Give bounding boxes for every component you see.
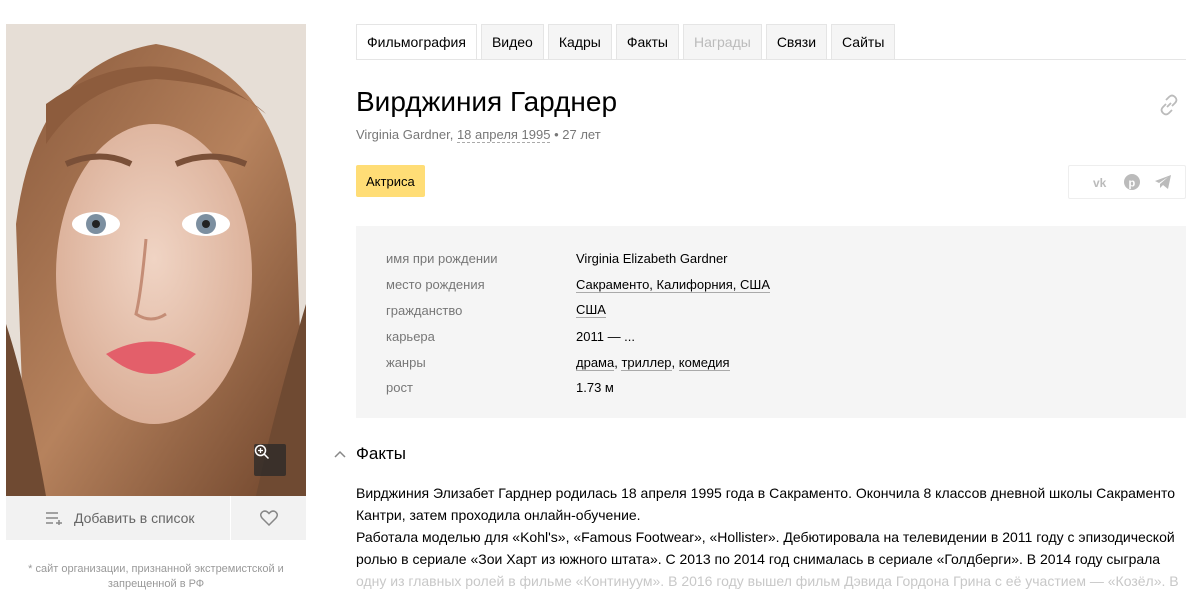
facts-heading: Факты	[356, 444, 407, 463]
telegram-icon	[1154, 175, 1171, 189]
genres-list: драма, триллер, комедия	[576, 354, 730, 371]
copy-link-button[interactable]	[1158, 94, 1180, 121]
share-panel: vk p	[1068, 165, 1186, 199]
add-to-list-label: Добавить в список	[74, 510, 195, 526]
profession-badge[interactable]: Актриса	[356, 165, 425, 197]
info-value: Virginia Elizabeth Gardner	[576, 251, 728, 267]
share-telegram-button[interactable]	[1154, 174, 1172, 190]
tab-4: Награды	[683, 24, 762, 59]
info-row-birthplace: место рождения Сакраменто, Калифорния, С…	[386, 272, 1156, 298]
tab-2[interactable]: Кадры	[547, 24, 612, 59]
tab-3[interactable]: Факты	[615, 24, 679, 59]
info-row-career: карьера 2011 — ...	[386, 323, 1156, 349]
link-icon	[1160, 94, 1178, 116]
tab-bar: Фильмография Видео Кадры Факты Награды Связи С…	[356, 24, 896, 59]
svg-text:p: p	[1129, 178, 1136, 190]
facts-paragraph-faded: одну из главных ролей в фильме «Континуу…	[356, 573, 1179, 589]
zoom-icon	[254, 444, 270, 460]
chevron-up-icon	[334, 450, 346, 458]
info-row-genres: жанры драма, триллер, комедия	[386, 349, 1156, 375]
genre-link[interactable]: комедия	[678, 354, 730, 371]
age: 27 лет	[562, 127, 601, 142]
citizenship-link[interactable]: США	[576, 302, 606, 319]
favorite-button[interactable]	[231, 496, 306, 540]
birth-date-link[interactable]: 18 апреля 1995	[456, 127, 551, 143]
info-row-birth-name: имя при рождении Virginia Elizabeth Gard…	[386, 246, 1156, 272]
share-pinterest-button[interactable]: p	[1124, 174, 1140, 190]
subtitle: Virginia Gardner, 18 апреля 1995 • 27 ле…	[356, 127, 601, 143]
add-list-icon	[46, 512, 62, 525]
tabs-divider	[356, 59, 1186, 60]
genre-link[interactable]: драма	[576, 354, 615, 371]
share-vk-button[interactable]: vk	[1093, 176, 1111, 188]
heart-icon	[259, 510, 278, 526]
info-row-citizenship: гражданство США	[386, 298, 1156, 324]
info-label: рост	[386, 380, 413, 396]
info-value: 1.73 м	[576, 380, 614, 396]
tab-6[interactable]: Сайты	[831, 24, 896, 59]
tab-5[interactable]: Связи	[765, 24, 828, 59]
info-label: жанры	[386, 354, 426, 370]
facts-paragraph: Работала моделью для «Kohl's», «Famous F…	[356, 526, 1186, 592]
info-label: место рождения	[386, 277, 485, 293]
birthplace-link[interactable]: Сакраменто, Калифорния, США	[576, 277, 771, 293]
tab-1[interactable]: Видео	[480, 24, 544, 59]
facts-paragraph: Вирджиния Элизабет Гарднер родилась 18 а…	[356, 485, 1176, 523]
genre-link[interactable]: триллер	[621, 354, 672, 371]
add-to-list-button[interactable]: Добавить в список	[6, 496, 231, 540]
svg-text:vk: vk	[1093, 176, 1107, 188]
list-bar: Добавить в список	[6, 496, 306, 540]
info-table: имя при рождении Virginia Elizabeth Gard…	[356, 226, 1186, 418]
person-photo[interactable]	[6, 24, 306, 496]
facts-paragraph-text: Работала моделью для «Kohl's», «Famous F…	[356, 529, 1175, 567]
facts-text: Вирджиния Элизабет Гарднер родилась 18 а…	[356, 482, 1186, 592]
tab-0[interactable]: Фильмография	[356, 24, 477, 59]
vk-icon: vk	[1093, 176, 1107, 188]
original-name: Virginia Gardner	[356, 127, 450, 142]
info-label: гражданство	[386, 302, 463, 318]
portrait-image	[6, 24, 306, 496]
info-label: имя при рождении	[386, 251, 498, 267]
pinterest-icon: p	[1124, 174, 1140, 190]
footnote: * сайт организации, признанной экстремис…	[28, 563, 284, 590]
info-label: карьера	[386, 328, 435, 344]
info-value: 2011 — ...	[576, 328, 636, 344]
info-row-height: рост 1.73 м	[386, 375, 1156, 401]
page-title: Вирджиния Гарднер	[356, 86, 618, 117]
zoom-button[interactable]	[254, 444, 286, 476]
facts-section-toggle[interactable]: Факты	[334, 444, 406, 464]
